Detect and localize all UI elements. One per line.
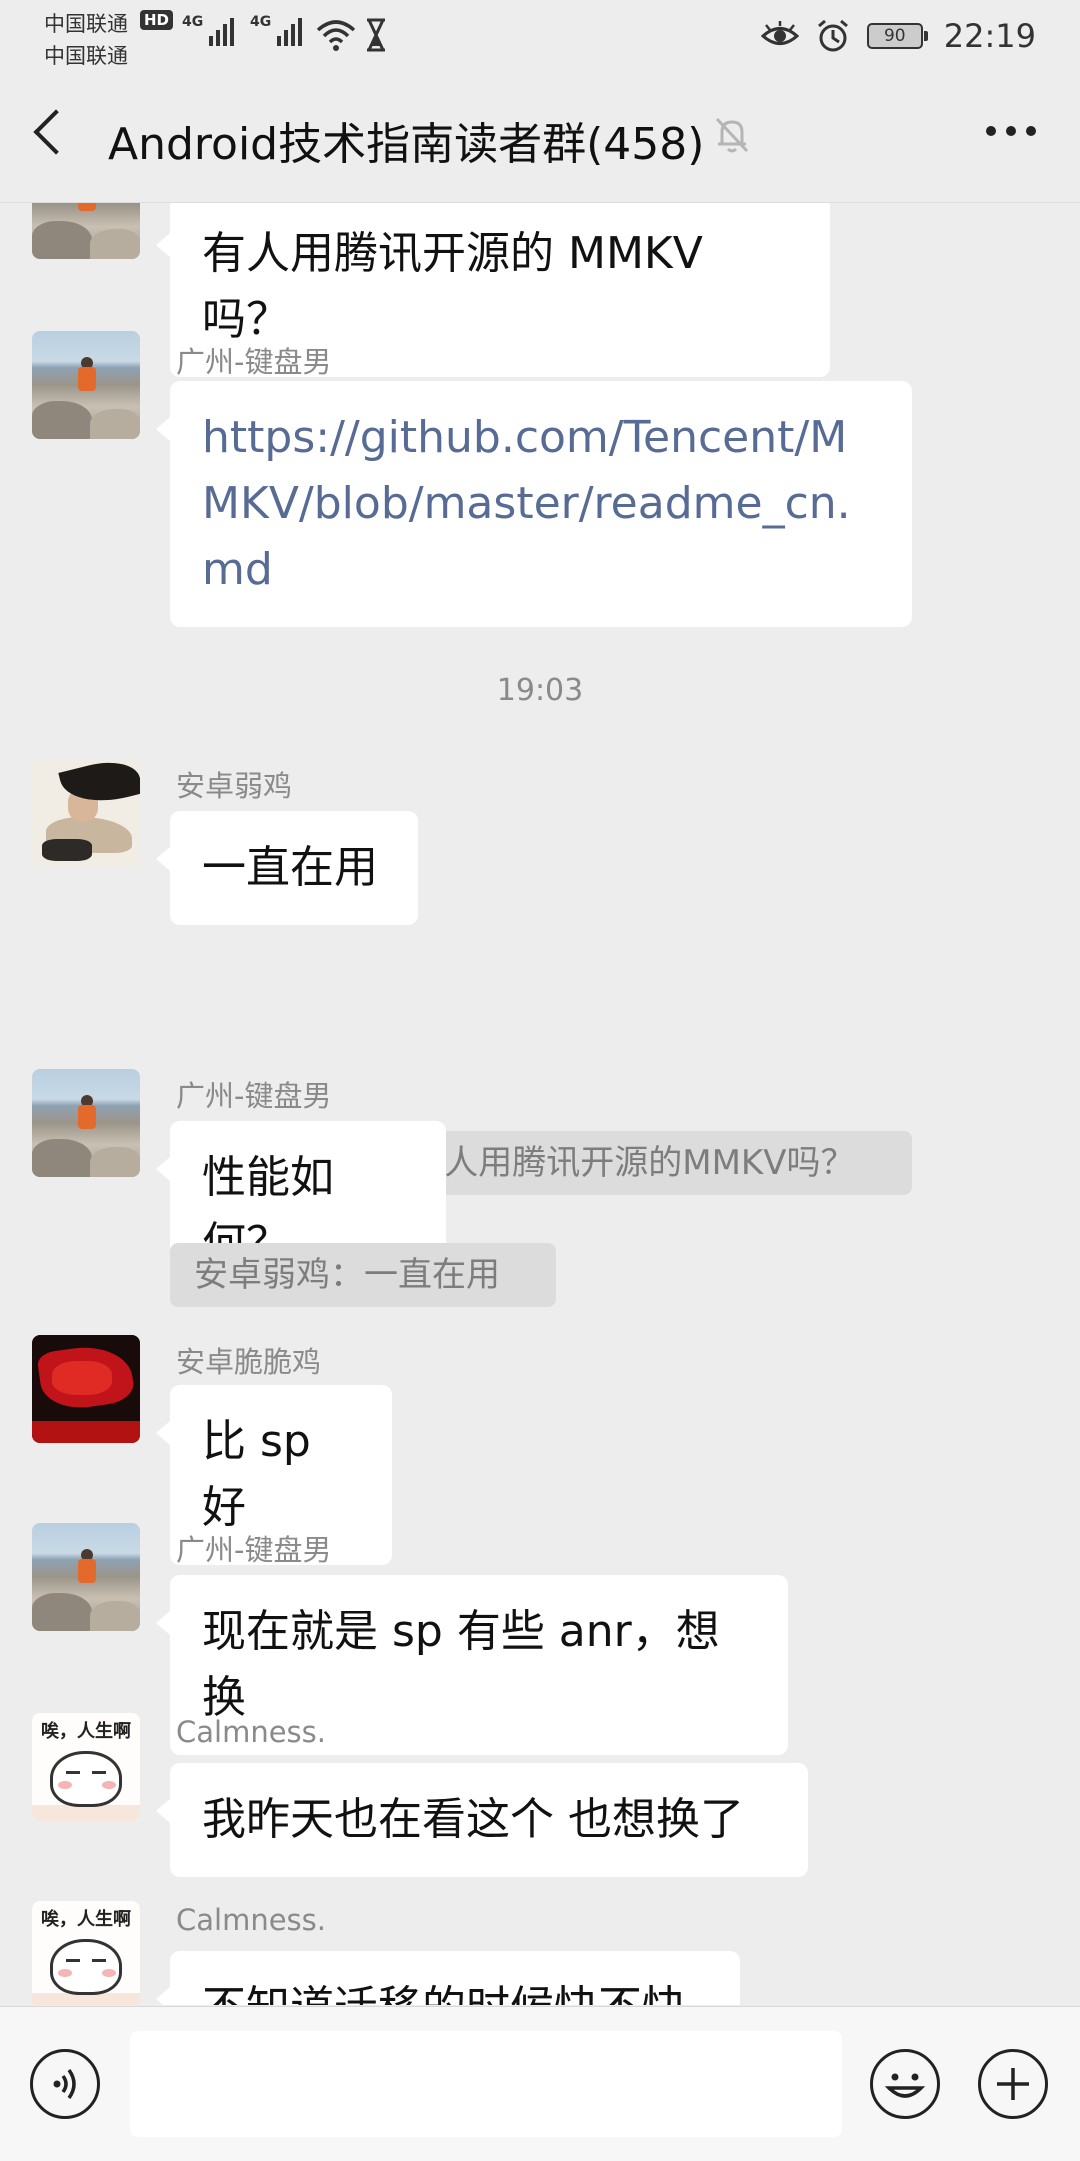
avatar-caption: 唉，人生啊 (41, 1909, 131, 1930)
sender-name: 安卓脆脆鸡 (176, 1345, 322, 1379)
message-timestamp: 19:03 (496, 673, 584, 708)
hd-badge: HD (140, 10, 174, 30)
back-arrow-icon[interactable] (33, 109, 79, 155)
cellular-signal-icon: 4G (250, 14, 303, 46)
sender-name: 广州-键盘男 (176, 1079, 332, 1113)
message-list[interactable]: 有人用腾讯开源的 MMKV 吗？ 广州-键盘男 https://github.c… (0, 203, 1080, 2005)
avatar[interactable] (32, 1335, 140, 1443)
input-bar (0, 2006, 1080, 2161)
chat-title: Android技术指南读者群(458) (108, 119, 705, 170)
mute-bell-icon (715, 117, 749, 153)
sender-name: 安卓弱鸡 (176, 769, 293, 803)
message-input[interactable] (130, 2031, 842, 2137)
avatar-caption: 唉，人生啊 (41, 1721, 131, 1742)
network-type-label: 4G (182, 14, 204, 30)
status-time: 22:19 (943, 17, 1036, 55)
voice-input-button[interactable] (30, 2049, 100, 2119)
more-options-icon[interactable] (986, 126, 1036, 136)
avatar[interactable]: 唉，人生啊 (32, 1713, 140, 1821)
quoted-message[interactable]: 安卓弱鸡：一直在用 (170, 1243, 556, 1307)
message-bubble[interactable]: 我昨天也在看这个 也想换了 (156, 1763, 808, 1877)
carrier-label: 中国联通 (44, 12, 128, 36)
battery-icon: 90 (866, 23, 928, 49)
sender-name: 广州-键盘男 (176, 345, 332, 379)
smiley-icon (884, 2073, 926, 2098)
avatar[interactable] (32, 1523, 140, 1631)
carrier-label: 中国联通 (44, 44, 128, 68)
avatar[interactable] (32, 1069, 140, 1177)
hourglass-icon (367, 18, 385, 52)
message-bubble[interactable]: 一直在用 (156, 811, 418, 925)
sender-name: 广州-键盘男 (176, 1533, 332, 1567)
sender-name: Calmness. (176, 1903, 326, 1937)
emoji-button[interactable] (870, 2049, 940, 2119)
battery-level: 90 (866, 23, 923, 49)
avatar[interactable] (32, 331, 140, 439)
message-bubble[interactable]: 不知道迁移的时候快不快 (156, 1951, 740, 2005)
avatar[interactable] (32, 759, 140, 867)
wifi-icon (316, 20, 356, 51)
cellular-signal-icon: 4G (182, 14, 235, 46)
plus-icon (997, 2068, 1029, 2100)
voice-icon (53, 2068, 76, 2100)
sender-name: Calmness. (176, 1715, 326, 1749)
eye-icon (760, 21, 799, 45)
alarm-icon (817, 19, 848, 52)
avatar[interactable] (32, 203, 140, 259)
message-link[interactable]: https://github.com/Tencent/MMKV/blob/mas… (156, 381, 912, 627)
more-functions-button[interactable] (978, 2049, 1048, 2119)
chat-header: Android技术指南读者群(458) (0, 70, 1080, 203)
status-bar: 中国联通 中国联通 HD 4G 4G 90 22:19 (0, 0, 1080, 70)
avatar[interactable]: 唉，人生啊 (32, 1901, 140, 2005)
network-type-label: 4G (250, 14, 272, 30)
